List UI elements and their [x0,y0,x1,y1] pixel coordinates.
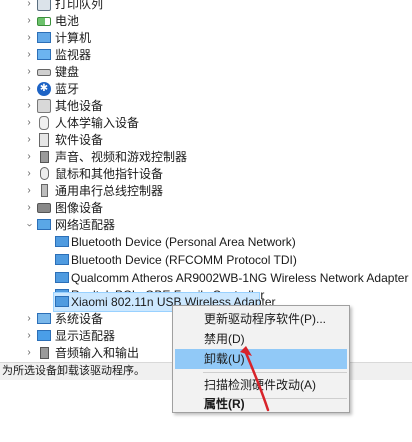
tree-item-bluetooth-pan[interactable]: Bluetooth Device (Personal Area Network) [0,232,412,252]
battery-icon [37,17,51,26]
menu-item-update-driver[interactable]: 更新驱动程序软件(P)... [175,309,347,329]
tree-item-label: 音频输入和输出 [55,346,140,360]
tree-item-label: Bluetooth Device (Personal Area Network) [71,235,296,249]
tree-item-bluetooth-rfcomm[interactable]: Bluetooth Device (RFCOMM Protocol TDI) [0,250,412,270]
status-text: 为所选设备卸载该驱动程序。 [2,365,145,377]
menu-item-properties[interactable]: 属性(R) [175,396,347,412]
other-devices-icon [37,99,51,113]
network-adapter-icon [37,219,51,230]
software-device-icon [39,133,49,147]
usb-icon [41,184,48,197]
network-adapter-icon [55,272,69,283]
printer-icon [37,0,51,11]
imaging-icon [37,203,51,213]
tree-item-label: Bluetooth Device (RFCOMM Protocol TDI) [71,253,297,267]
keyboard-icon [37,69,51,76]
sound-icon [40,151,49,163]
system-devices-icon [37,313,51,324]
network-adapter-icon [55,236,69,247]
monitor-icon [37,49,51,60]
menu-item-scan-hardware[interactable]: 扫描检测硬件改动(A) [175,375,347,395]
bluetooth-icon: ✱ [37,82,51,96]
chevron-down-icon[interactable]: › [19,220,39,230]
network-adapter-icon [55,296,69,307]
mouse-icon [40,167,49,180]
display-adapter-icon [37,330,51,341]
hid-icon [39,116,49,130]
context-menu: 更新驱动程序软件(P)... 禁用(D) 卸载(U) 扫描检测硬件改动(A) 属… [172,305,350,413]
audio-io-icon [40,347,49,359]
computer-icon [37,32,51,43]
menu-item-uninstall[interactable]: 卸载(U) [175,349,347,369]
network-adapter-icon [55,254,69,265]
menu-item-disable[interactable]: 禁用(D) [175,329,347,349]
menu-separator [203,372,347,373]
chevron-right-icon[interactable]: › [24,343,34,362]
